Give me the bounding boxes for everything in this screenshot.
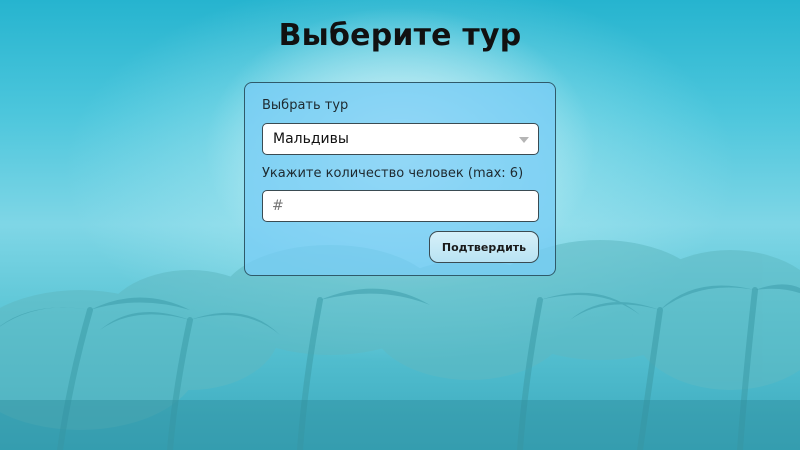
chevron-down-icon [519, 137, 529, 143]
tour-select-value: Мальдивы [273, 131, 349, 147]
people-count-input[interactable] [262, 190, 539, 222]
people-count-label: Укажите количество человек (max: 6) [262, 166, 524, 181]
tour-select[interactable]: Мальдивы [262, 123, 539, 155]
confirm-button[interactable]: Подтвердить [429, 231, 539, 263]
tour-select-label: Выбрать тур [262, 98, 349, 113]
page-title: Выберите тур [278, 18, 522, 53]
tour-form-card: Выбрать тур Мальдивы Укажите количество … [244, 82, 556, 276]
